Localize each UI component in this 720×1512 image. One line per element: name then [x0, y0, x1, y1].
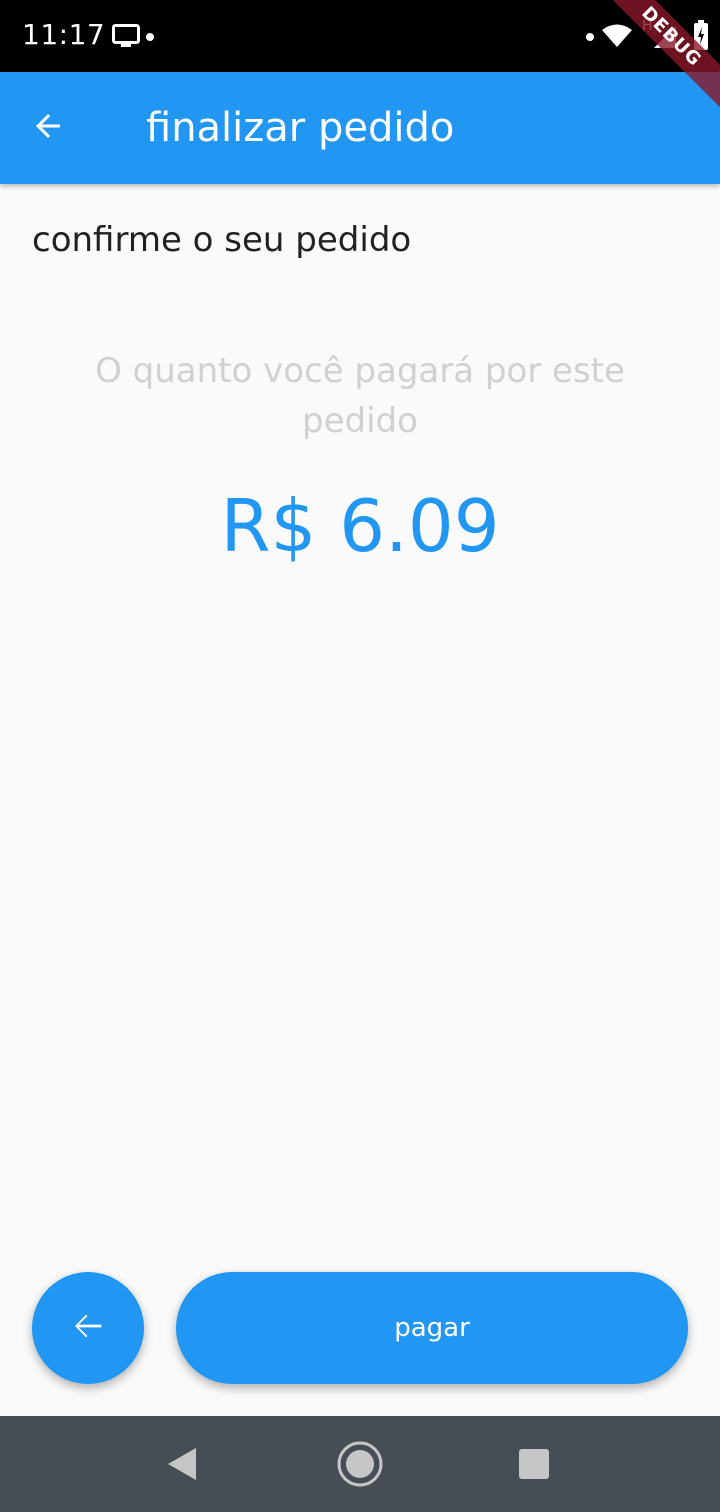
pay-button[interactable]: pagar — [176, 1272, 688, 1384]
cast-icon — [112, 24, 140, 52]
app-bar-back-button[interactable] — [24, 104, 72, 152]
status-time: 11:17 — [22, 18, 106, 51]
system-nav-bar — [0, 1416, 720, 1512]
back-triangle-icon[interactable] — [166, 1446, 198, 1486]
recents-square-icon[interactable] — [519, 1449, 549, 1479]
arrow-back-icon — [68, 1306, 108, 1350]
back-button[interactable] — [32, 1272, 144, 1384]
home-circle-icon[interactable] — [336, 1440, 384, 1492]
wifi-icon — [602, 24, 632, 52]
page-title: finalizar pedido — [146, 105, 455, 151]
notification-dot-icon — [146, 33, 154, 41]
arrow-back-icon — [30, 108, 66, 148]
order-confirm-subtitle: confirme o seu pedido — [32, 220, 412, 260]
app-bar: finalizar pedido — [0, 72, 720, 184]
status-bar: 11:17 H — [0, 0, 720, 72]
order-amount: R$ 6.09 — [220, 484, 500, 568]
amount-hint: O quanto você pagará por este pedido — [95, 351, 625, 441]
notification-dot-icon — [586, 33, 594, 41]
